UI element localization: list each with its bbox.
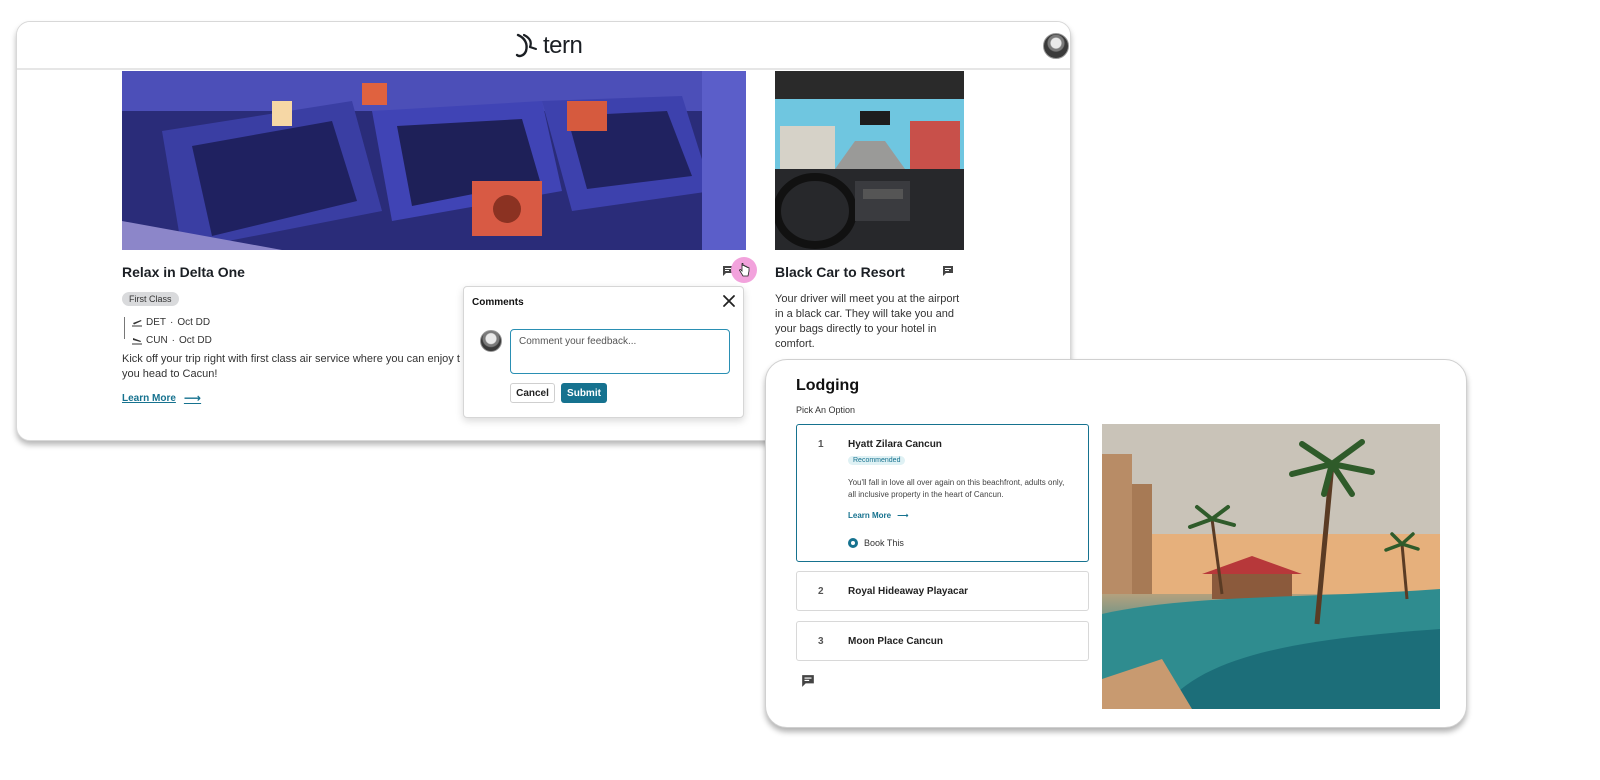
car-interior-illustration bbox=[775, 71, 964, 250]
comment-input[interactable] bbox=[510, 329, 730, 374]
hand-cursor-icon bbox=[739, 263, 750, 277]
mouse-cursor bbox=[731, 257, 757, 283]
option-description: You'll fall in love all over again on th… bbox=[848, 478, 1065, 499]
comment-icon bbox=[943, 266, 953, 276]
brand-logo[interactable]: tern bbox=[515, 32, 583, 60]
route-separator: · bbox=[170, 316, 174, 328]
departure-code: DET bbox=[146, 316, 166, 328]
comments-title: Comments bbox=[472, 297, 524, 308]
delta-one-cabin-image bbox=[122, 71, 746, 250]
learn-more-label: Learn More bbox=[122, 392, 176, 404]
card-title-delta-one: Relax in Delta One bbox=[122, 264, 245, 280]
arrow-right-icon: ⟶ bbox=[897, 511, 909, 520]
lodging-option-2[interactable]: 2 Royal Hideaway Playacar bbox=[796, 571, 1089, 611]
commenter-avatar bbox=[480, 330, 502, 352]
card-title-black-car: Black Car to Resort bbox=[775, 264, 905, 280]
lodging-option-1[interactable]: 1 Hyatt Zilara Cancun Recommended You'll… bbox=[796, 424, 1089, 562]
top-bar: tern bbox=[17, 22, 1070, 70]
lodging-title: Lodging bbox=[796, 377, 860, 394]
route-arrival: CUN · Oct DD bbox=[122, 331, 212, 349]
cabin-illustration bbox=[122, 71, 746, 250]
brand-name: tern bbox=[543, 32, 583, 59]
lodging-card: Lodging Pick An Option 1 Hyatt Zilara Ca… bbox=[765, 359, 1467, 728]
route-separator: · bbox=[171, 334, 176, 346]
black-car-image bbox=[775, 71, 964, 250]
option-name: Royal Hideaway Playacar bbox=[848, 586, 969, 597]
route-connector bbox=[124, 317, 125, 339]
option-learn-more-label: Learn More bbox=[848, 511, 892, 520]
delta-one-description-line2: you head to Cacun! bbox=[122, 368, 218, 380]
option-name: Hyatt Zilara Cancun bbox=[848, 439, 942, 450]
recommended-badge: Recommended bbox=[848, 456, 906, 465]
comment-button-black-car[interactable] bbox=[938, 261, 958, 281]
arrival-code: CUN bbox=[146, 334, 168, 346]
arrival-date: Oct DD bbox=[179, 334, 212, 346]
book-this-label: Book This bbox=[864, 538, 904, 548]
option-number: 1 bbox=[818, 439, 824, 450]
flight-route: DET · Oct DD CUN · Oct DD bbox=[122, 313, 212, 349]
radio-selected-icon bbox=[848, 538, 858, 548]
comment-icon[interactable] bbox=[801, 674, 815, 688]
option-learn-more-link[interactable]: Learn More ⟶ bbox=[848, 511, 909, 520]
cabin-class-tag: First Class bbox=[122, 292, 179, 306]
resort-illustration bbox=[1102, 424, 1440, 709]
lodging-subtitle: Pick An Option bbox=[796, 405, 856, 415]
arrow-right-icon: ⟶ bbox=[183, 391, 202, 405]
option-number: 2 bbox=[818, 586, 824, 597]
option-number: 3 bbox=[818, 636, 824, 647]
option-name: Moon Place Cancun bbox=[848, 636, 944, 647]
resort-pool-image bbox=[1102, 424, 1440, 709]
takeoff-icon bbox=[132, 319, 142, 326]
book-this-radio[interactable]: Book This bbox=[848, 538, 904, 548]
user-avatar[interactable] bbox=[1043, 33, 1069, 59]
close-icon[interactable] bbox=[721, 293, 737, 309]
black-car-description: Your driver will meet you at the airport… bbox=[775, 293, 960, 350]
comments-popover: Comments Cancel Submit bbox=[463, 286, 744, 418]
delta-one-description: Kick off your trip right with first clas… bbox=[122, 352, 467, 382]
landing-icon bbox=[132, 337, 142, 344]
route-departure: DET · Oct DD bbox=[122, 313, 212, 331]
tern-logo-icon bbox=[515, 33, 537, 58]
cancel-button[interactable]: Cancel bbox=[510, 383, 555, 403]
submit-button[interactable]: Submit bbox=[561, 383, 607, 403]
learn-more-link[interactable]: Learn More ⟶ bbox=[122, 391, 201, 405]
lodging-option-3[interactable]: 3 Moon Place Cancun bbox=[796, 621, 1089, 661]
delta-one-description-line1: Kick off your trip right with first clas… bbox=[122, 353, 460, 365]
departure-date: Oct DD bbox=[177, 316, 211, 328]
